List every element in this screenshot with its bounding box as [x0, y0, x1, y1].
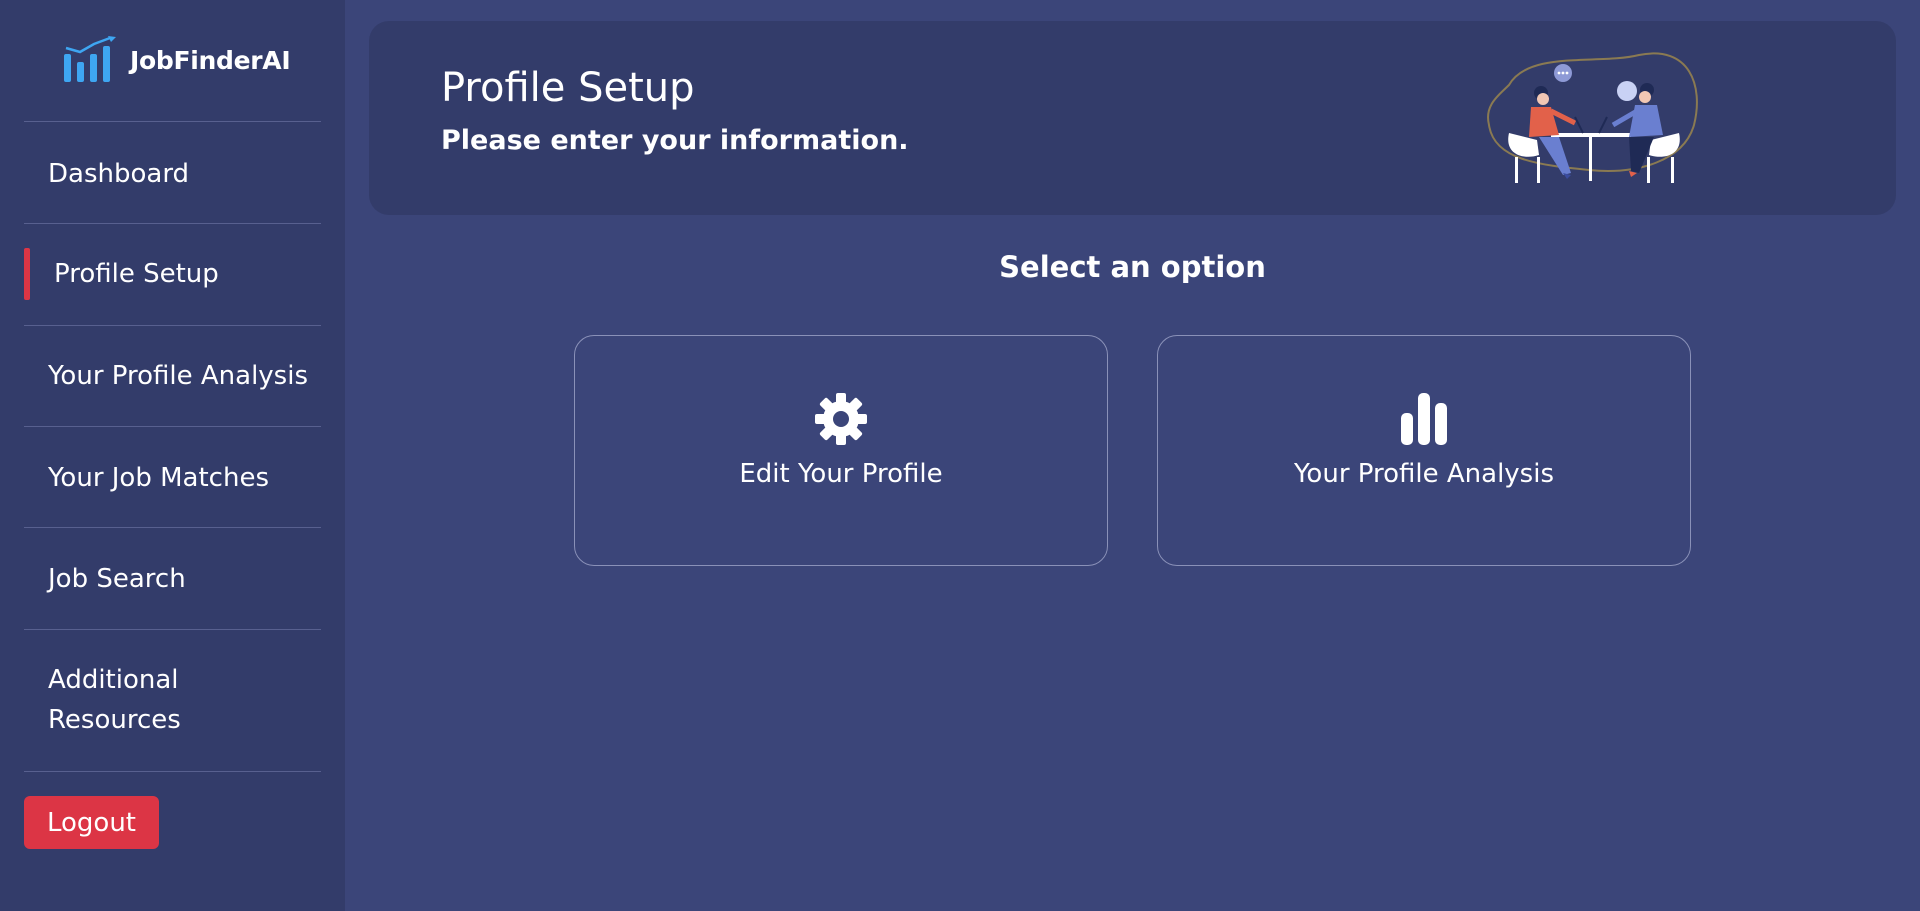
section-title: Select an option — [999, 250, 1266, 284]
option-label: Your Profile Analysis — [1294, 459, 1554, 489]
option-label: Edit Your Profile — [739, 459, 943, 489]
sidebar: JobFinderAI Dashboard Profile Setup Your… — [0, 0, 345, 911]
brand-name: JobFinderAI — [130, 45, 291, 75]
logout-button[interactable]: Logout — [24, 796, 159, 849]
sidebar-item-job-matches[interactable]: Your Job Matches — [24, 446, 321, 510]
sidebar-item-label: Additional Resources — [48, 665, 181, 735]
edit-profile-card[interactable]: Edit Your Profile — [574, 335, 1108, 566]
bar-chart-icon — [1401, 393, 1447, 445]
sidebar-item-profile-analysis[interactable]: Your Profile Analysis — [24, 344, 321, 408]
sidebar-item-label: Job Search — [48, 564, 186, 594]
divider — [24, 325, 321, 326]
sidebar-item-additional-resources[interactable]: Additional Resources — [24, 660, 224, 740]
sidebar-item-label: Profile Setup — [54, 259, 219, 289]
active-indicator — [24, 248, 30, 300]
page-subtitle: Please enter your information. — [441, 125, 909, 156]
header-card: Profile Setup Please enter your informat… — [369, 21, 1896, 215]
sidebar-item-label: Your Profile Analysis — [48, 361, 308, 391]
divider — [24, 426, 321, 427]
divider — [24, 121, 321, 122]
sidebar-item-job-search[interactable]: Job Search — [24, 547, 321, 611]
gear-icon — [815, 393, 867, 445]
bar-chart-trend-icon — [64, 36, 116, 82]
sidebar-item-label: Dashboard — [48, 159, 190, 189]
sidebar-item-profile-setup[interactable]: Profile Setup — [24, 248, 321, 300]
page-title: Profile Setup — [441, 65, 695, 111]
divider — [24, 223, 321, 224]
sidebar-item-label: Your Job Matches — [48, 463, 269, 493]
brand[interactable]: JobFinderAI — [62, 36, 291, 84]
divider — [24, 527, 321, 528]
divider — [24, 771, 321, 772]
sidebar-item-dashboard[interactable]: Dashboard — [24, 142, 321, 206]
profile-analysis-card[interactable]: Your Profile Analysis — [1157, 335, 1691, 566]
meeting-illustration — [1487, 52, 1698, 183]
divider — [24, 629, 321, 630]
